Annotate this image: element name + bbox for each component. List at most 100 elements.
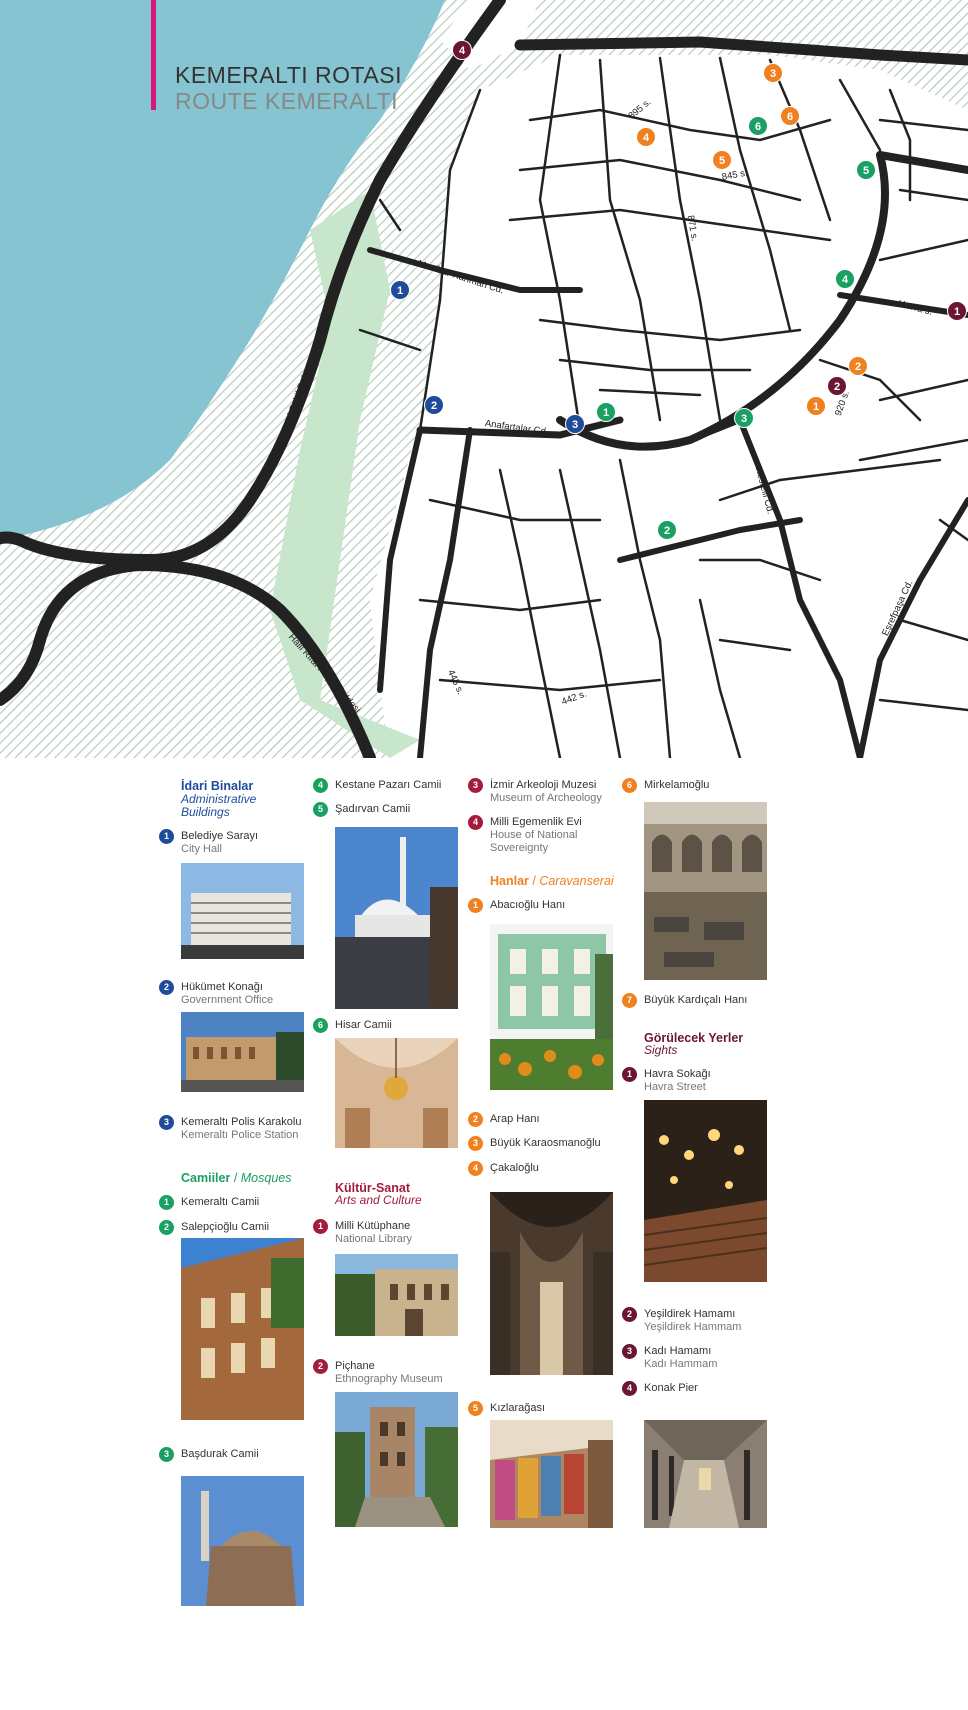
item-title: Salepçioğlu Camii xyxy=(181,1221,270,1233)
item-title: Büyük Karaosmanoğlu xyxy=(490,1137,601,1149)
photo-national-library xyxy=(335,1254,458,1336)
item-title: Kızlarağası xyxy=(490,1402,546,1414)
legend-item-culture-2[interactable]: 2 Piçhane Ethnography Museum xyxy=(313,1359,443,1386)
legend-item-admin-1[interactable]: 1 Belediye Sarayı City Hall xyxy=(159,829,259,856)
number-badge: 6 xyxy=(313,1018,328,1033)
photo-government-office xyxy=(181,1012,304,1092)
legend-item-mosque-2[interactable]: 2 Salepçioğlu Camii xyxy=(159,1220,270,1235)
legend-item-mosque-6[interactable]: 6 Hisar Camii xyxy=(313,1018,392,1033)
legend-item-sight-3[interactable]: 3 Kadı Hamamı Kadı Hammam xyxy=(622,1344,717,1371)
map-pin-sight-1[interactable]: 1 xyxy=(947,301,967,321)
item-title: Kemeraltı Polis Karakolu xyxy=(181,1116,302,1128)
legend-item-mosque-5[interactable]: 5 Şadırvan Camii xyxy=(313,802,411,817)
khans-header-tr: Hanlar xyxy=(490,874,529,888)
legend-item-sight-1[interactable]: 1 Havra Sokağı Havra Street xyxy=(622,1067,711,1094)
legend-item-culture-4[interactable]: 4 Milli Egemenlik Evi House of National … xyxy=(468,815,610,855)
number-badge: 2 xyxy=(468,1112,483,1127)
item-title: Hisar Camii xyxy=(335,1019,392,1031)
item-subtitle: Ethnography Museum xyxy=(335,1373,443,1385)
number-badge: 2 xyxy=(159,1220,174,1235)
item-title: Arap Hanı xyxy=(490,1113,540,1125)
photo-ethnography-museum xyxy=(335,1392,458,1527)
map-pin-admin-3[interactable]: 3 xyxy=(565,414,585,434)
photo-sadirvan-mosque xyxy=(335,827,458,1009)
photo-havra-street xyxy=(644,1100,767,1282)
road-label-fevzi: Fevzi Paşa Bulvarı xyxy=(752,43,832,54)
photo-basdurak-mosque xyxy=(181,1476,304,1606)
item-title: Büyük Kardıçalı Hanı xyxy=(644,994,748,1006)
map-pin-khan-4[interactable]: 4 xyxy=(636,127,656,147)
legend-item-sight-4[interactable]: 4 Konak Pier xyxy=(622,1381,698,1396)
map-pin-khan-3[interactable]: 3 xyxy=(763,63,783,83)
item-title: Mirkelamoğlu xyxy=(644,779,710,791)
item-subtitle: National Library xyxy=(335,1233,413,1245)
item-subtitle: Havra Street xyxy=(644,1081,706,1093)
map-pin-mosque-4[interactable]: 4 xyxy=(835,269,855,289)
legend-item-khan-3[interactable]: 3 Büyük Karaosmanoğlu xyxy=(468,1136,601,1151)
number-badge: 2 xyxy=(159,980,174,995)
photo-cakaloglu xyxy=(490,1192,613,1375)
number-badge: 6 xyxy=(622,778,637,793)
item-title: Belediye Sarayı xyxy=(181,830,259,842)
map-pin-sight-2[interactable]: 2 xyxy=(827,376,847,396)
item-subtitle: Yeşildirek Hammam xyxy=(644,1321,742,1333)
map-pin-khan-2[interactable]: 2 xyxy=(848,356,868,376)
map-pin-admin-1[interactable]: 1 xyxy=(390,280,410,300)
mosques-header: Camiiler / Mosques xyxy=(181,1171,292,1185)
kemeralti-map: KEMERALTI ROTASI ROUTE KEMERALTI Fevzi P… xyxy=(0,0,968,758)
number-badge: 3 xyxy=(159,1115,174,1130)
map-canvas xyxy=(0,0,968,758)
admin-header-en: Administrative Buildings xyxy=(181,792,257,819)
legend-item-khan-7[interactable]: 7 Büyük Kardıçalı Hanı xyxy=(622,993,748,1008)
legend-item-mosque-1[interactable]: 1 Kemeraltı Camii xyxy=(159,1195,259,1210)
map-pin-khan-1[interactable]: 1 xyxy=(806,396,826,416)
item-title: Hükümet Konağı xyxy=(181,981,263,993)
item-title: Şadırvan Camii xyxy=(335,803,411,815)
map-pin-mosque-2[interactable]: 2 xyxy=(657,520,677,540)
photo-salepcioglu-mosque xyxy=(181,1238,304,1420)
legend-item-mosque-4[interactable]: 4 Kestane Pazarı Camii xyxy=(313,778,442,793)
number-badge: 3 xyxy=(622,1344,637,1359)
number-badge: 1 xyxy=(313,1219,328,1234)
item-subtitle: House of National Sovereignty xyxy=(490,829,578,854)
item-title: Yeşildirek Hamamı xyxy=(644,1308,736,1320)
legend-item-khan-6[interactable]: 6 Mirkelamoğlu xyxy=(622,778,710,793)
item-title: Çakaloğlu xyxy=(490,1162,539,1174)
legend-item-sight-2[interactable]: 2 Yeşildirek Hamamı Yeşildirek Hammam xyxy=(622,1307,742,1334)
number-badge: 4 xyxy=(468,1161,483,1176)
map-pin-mosque-1[interactable]: 1 xyxy=(596,402,616,422)
map-pin-mosque-5[interactable]: 5 xyxy=(856,160,876,180)
culture-header-en: Arts and Culture xyxy=(335,1193,422,1207)
photo-kizlaragasi xyxy=(490,1420,613,1528)
legend-item-khan-2[interactable]: 2 Arap Hanı xyxy=(468,1112,540,1127)
item-title: Kestane Pazarı Camii xyxy=(335,779,442,791)
number-badge: 4 xyxy=(313,778,328,793)
legend-item-culture-1[interactable]: 1 Milli Kütüphane National Library xyxy=(313,1219,413,1246)
legend-item-admin-2[interactable]: 2 Hükümet Konağı Government Office xyxy=(159,980,273,1007)
legend-item-khan-5[interactable]: 5 Kızlarağası xyxy=(468,1401,546,1416)
legend: İdari Binalar Administrative Buildings 1… xyxy=(0,770,968,1670)
legend-item-admin-3[interactable]: 3 Kemeraltı Polis Karakolu Kemeraltı Pol… xyxy=(159,1115,302,1142)
mosques-header-en: Mosques xyxy=(240,1171,292,1185)
title-accent-bar xyxy=(151,0,156,110)
number-badge: 5 xyxy=(313,802,328,817)
map-pin-mosque-6[interactable]: 6 xyxy=(748,116,768,136)
map-pin-khan-5[interactable]: 5 xyxy=(712,150,732,170)
map-pin-khan-6[interactable]: 6 xyxy=(780,106,800,126)
legend-item-khan-4[interactable]: 4 Çakaloğlu xyxy=(468,1161,539,1176)
number-badge: 3 xyxy=(468,778,483,793)
map-pin-sight-4[interactable]: 4 xyxy=(452,40,472,60)
number-badge: 4 xyxy=(622,1381,637,1396)
map-title-tr: KEMERALTI ROTASI xyxy=(175,62,402,88)
map-pin-admin-2[interactable]: 2 xyxy=(424,395,444,415)
legend-item-mosque-3[interactable]: 3 Başdurak Camii xyxy=(159,1447,259,1462)
map-pin-mosque-3[interactable]: 3 xyxy=(734,408,754,428)
photo-hisar-mosque xyxy=(335,1038,458,1148)
number-badge: 2 xyxy=(313,1359,328,1374)
number-badge: 1 xyxy=(468,898,483,913)
item-title: İzmir Arkeoloji Muzesi xyxy=(490,779,597,791)
legend-item-culture-3[interactable]: 3 İzmir Arkeoloji Muzesi Museum of Arche… xyxy=(468,778,602,805)
legend-item-khan-1[interactable]: 1 Abacıoğlu Hanı xyxy=(468,898,565,913)
item-subtitle: Kemeraltı Police Station xyxy=(181,1129,299,1141)
item-title: Milli Egemenlik Evi xyxy=(490,816,582,828)
